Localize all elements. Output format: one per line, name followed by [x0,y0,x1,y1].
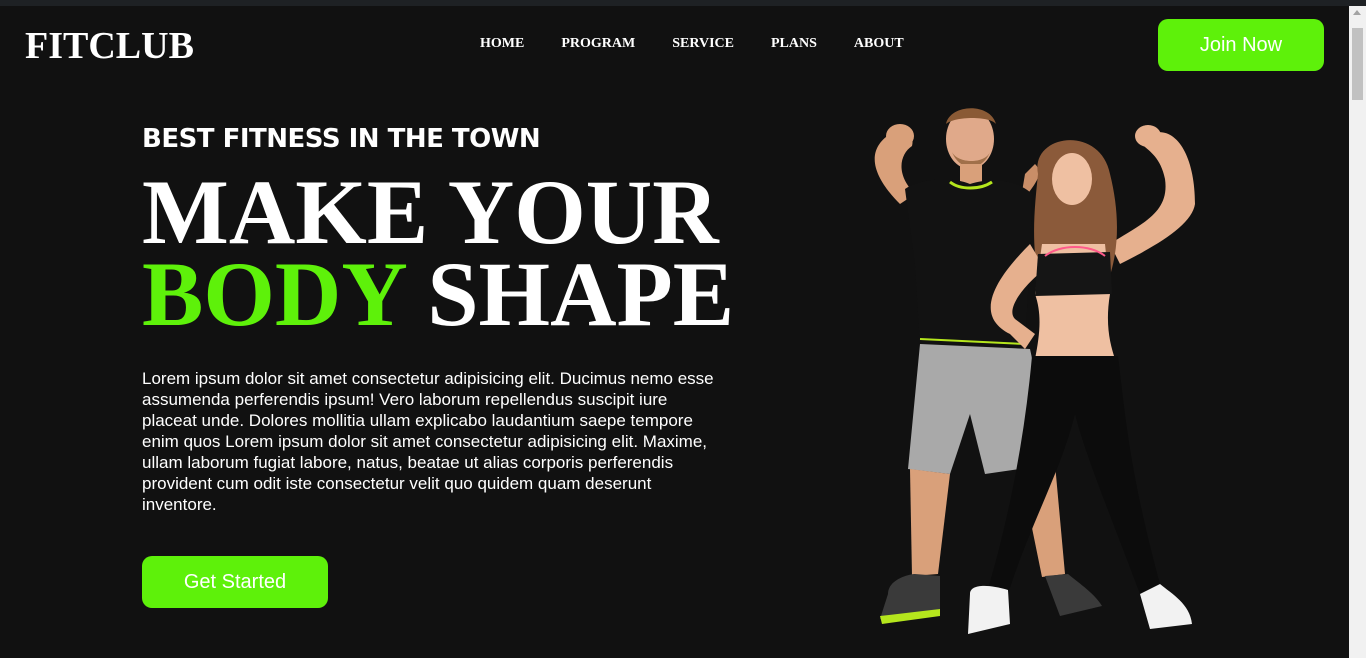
scroll-up-arrow-icon[interactable] [1353,10,1361,15]
vertical-scrollbar[interactable] [1349,6,1366,658]
landing-page: FITCLUB HOME PROGRAM SERVICE PLANS ABOUT… [0,6,1349,658]
headline-accent-word: BODY [142,243,405,345]
headline-line-2: SHAPE [427,243,735,345]
hero-tagline: BEST FITNESS IN THE TOWN [142,124,541,154]
nav-item-service[interactable]: SERVICE [672,36,734,52]
nav-item-plans[interactable]: PLANS [771,36,817,52]
hero-headline: MAKE YOUR BODY SHAPE [142,166,734,340]
fitness-couple-image [874,108,1195,634]
nav-item-home[interactable]: HOME [480,36,524,52]
join-now-button[interactable]: Join Now [1158,19,1324,71]
nav-item-program[interactable]: PROGRAM [561,36,635,52]
main-nav: HOME PROGRAM SERVICE PLANS ABOUT [480,36,904,52]
scrollbar-thumb[interactable] [1352,28,1363,100]
nav-item-about[interactable]: ABOUT [854,36,904,52]
get-started-button[interactable]: Get Started [142,556,328,608]
site-logo[interactable]: FITCLUB [25,24,194,68]
hero-description: Lorem ipsum dolor sit amet consectetur a… [142,369,714,514]
